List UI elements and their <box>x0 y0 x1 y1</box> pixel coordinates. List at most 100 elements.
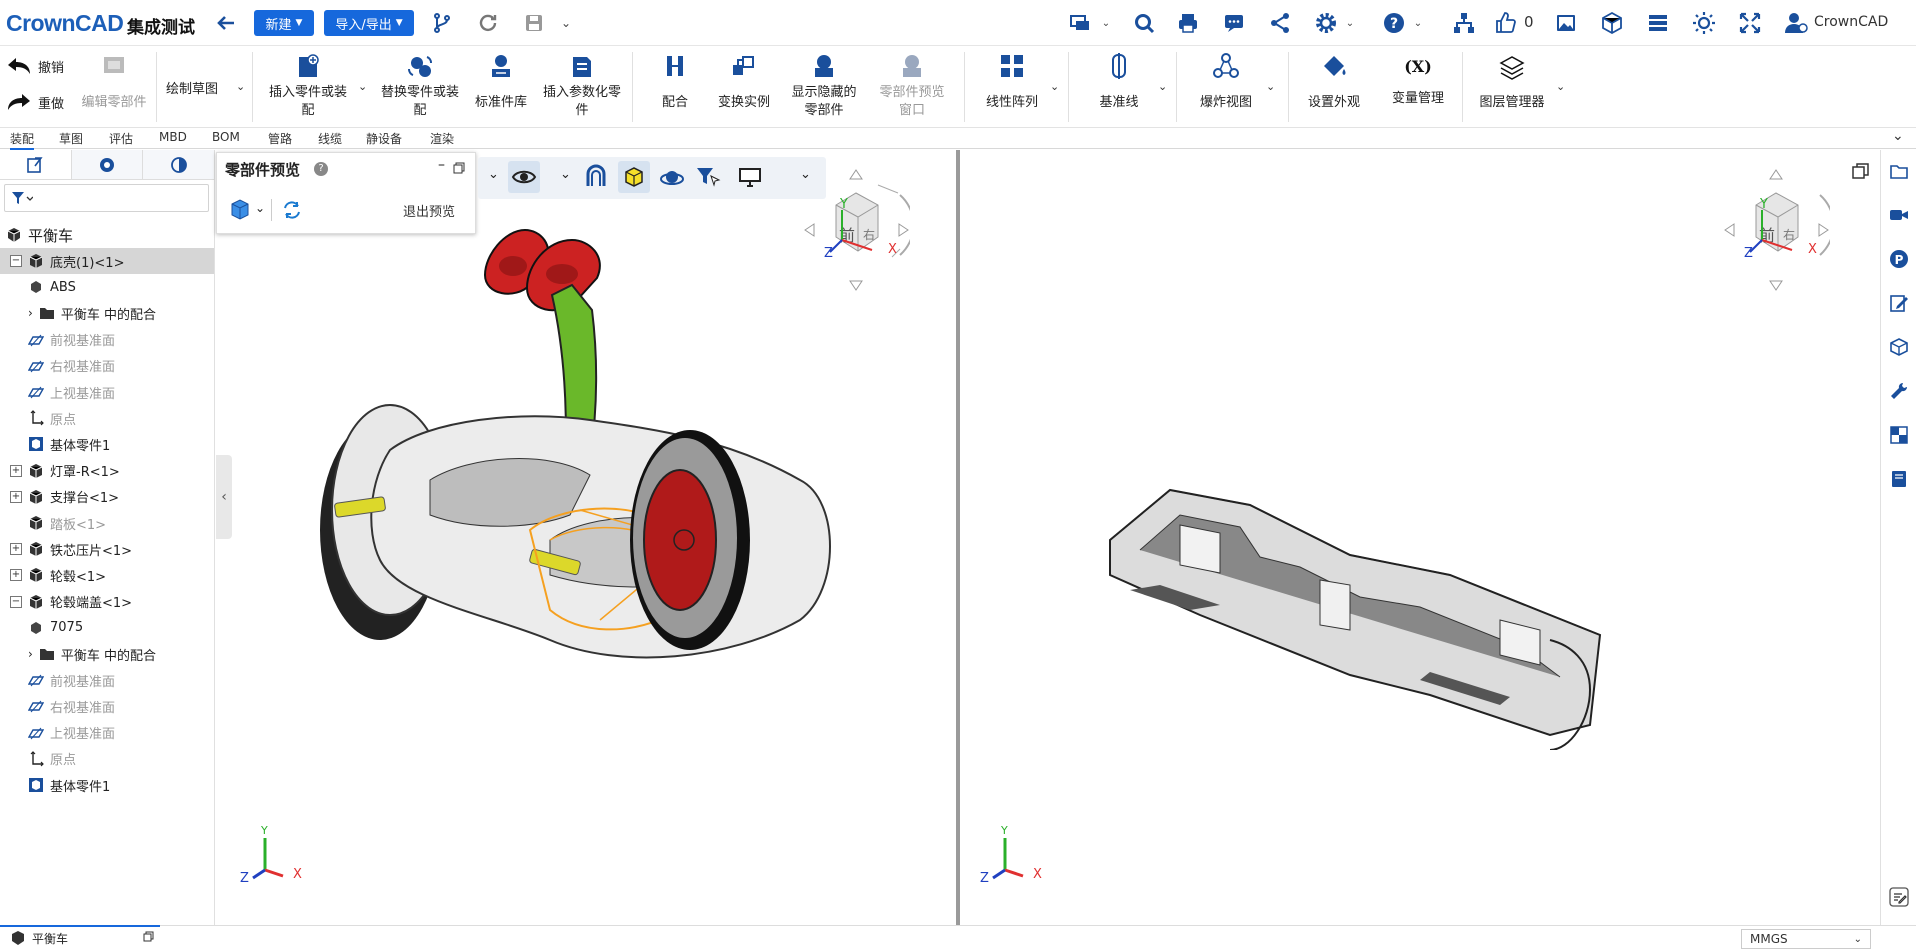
selection-filter-icon[interactable] <box>692 161 724 193</box>
settings-dropdown[interactable]: ⌄ <box>1342 9 1358 37</box>
layer-manager-button[interactable]: 图层管理器 <box>1470 50 1554 112</box>
sketch-button[interactable]: 绘制草图 <box>166 78 218 97</box>
chevron-right-icon[interactable]: › <box>28 306 33 320</box>
explode-view-dropdown[interactable]: ⌄ <box>1266 80 1275 93</box>
tree-item[interactable]: 基体零件1 <box>0 431 214 457</box>
appearance-tab[interactable] <box>143 150 216 179</box>
preview-display-style-icon[interactable] <box>229 197 253 225</box>
collapse-minus-icon[interactable]: − <box>10 595 22 608</box>
user-name[interactable]: CrownCAD <box>1814 14 1888 30</box>
datum-line-button[interactable]: 基准线 <box>1084 50 1154 112</box>
tree-item[interactable]: 基体零件1 <box>0 772 214 798</box>
save-dropdown-icon[interactable]: ⌄ <box>552 9 580 37</box>
tree-item[interactable]: 上视基准面 <box>0 720 214 746</box>
visibility-eye-icon[interactable] <box>508 161 540 193</box>
expand-plus-icon[interactable]: + <box>10 490 22 503</box>
tab-static-equipment[interactable]: 静设备 <box>366 130 402 147</box>
units-select[interactable]: MMGS ⌄ <box>1741 929 1871 949</box>
standard-lib-button[interactable]: 标准件库 <box>470 50 532 112</box>
view-dropdown[interactable]: ⌄ <box>488 167 499 182</box>
display-mode-icon[interactable] <box>1060 9 1100 37</box>
tree-item[interactable]: 上视基准面 <box>0 379 214 405</box>
tab-bom[interactable]: BOM <box>212 130 240 144</box>
help-icon[interactable]: ? <box>1380 9 1408 37</box>
linear-pattern-dropdown[interactable]: ⌄ <box>1050 80 1059 93</box>
tree-item[interactable]: − 轮毂端盖<1> <box>0 589 214 615</box>
tree-item[interactable]: 前视基准面 <box>0 327 214 353</box>
tree-item[interactable]: + 支撑台<1> <box>0 484 214 510</box>
explode-view-button[interactable]: 爆炸视图 <box>1190 50 1262 112</box>
tree-item[interactable]: + 铁芯压片<1> <box>0 536 214 562</box>
tab-cables[interactable]: 线缆 <box>318 130 342 147</box>
tree-item[interactable]: 前视基准面 <box>0 667 214 693</box>
visibility-dropdown[interactable]: ⌄ <box>560 167 571 182</box>
book-icon[interactable] <box>1888 468 1910 490</box>
chevron-right-icon[interactable]: › <box>28 647 33 661</box>
tree-item[interactable]: 右视基准面 <box>0 693 214 719</box>
save-icon[interactable] <box>520 9 548 37</box>
assembly-doc-tab[interactable]: 平衡车 <box>0 925 160 949</box>
hierarchy-icon[interactable] <box>1450 9 1478 37</box>
tab-assembly[interactable]: 装配 <box>10 130 35 150</box>
user-avatar-icon[interactable] <box>1782 9 1810 37</box>
rotate-view-icon[interactable] <box>656 161 688 193</box>
insert-part-button[interactable]: 插入零件或装配 <box>268 50 348 120</box>
part-preview-window-button[interactable]: 零部件预览窗口 <box>874 50 950 120</box>
variable-manager-button[interactable]: (X) 变量管理 <box>1384 50 1452 108</box>
viewport-splitter[interactable] <box>956 150 960 925</box>
tab-evaluate[interactable]: 评估 <box>109 130 133 147</box>
expand-plus-icon[interactable]: + <box>10 543 22 556</box>
comment-icon[interactable] <box>1220 9 1248 37</box>
3d-box-icon[interactable] <box>1888 336 1910 358</box>
notes-edit-icon[interactable] <box>1888 886 1910 908</box>
view-cube-right[interactable]: 前 右 Y X Z <box>1720 165 1830 295</box>
tree-item[interactable]: › 平衡车 中的配合 <box>0 300 214 326</box>
mate-button[interactable]: 配合 <box>650 50 700 112</box>
transform-instance-button[interactable]: 变换实例 <box>712 50 776 112</box>
replace-part-button[interactable]: 替换零件或装配 <box>378 50 462 120</box>
assembly-model-view[interactable] <box>300 210 920 790</box>
insert-part-dropdown[interactable]: ⌄ <box>358 80 367 93</box>
checker-grid-icon[interactable] <box>1888 424 1910 446</box>
help-icon[interactable]: ? <box>314 162 328 176</box>
display-monitor-icon[interactable] <box>734 161 766 193</box>
minimize-icon[interactable]: – <box>438 157 445 173</box>
tree-item[interactable]: 原点 <box>0 405 214 431</box>
part-preview-model-view[interactable] <box>1100 460 1620 750</box>
tree-filter-input[interactable] <box>4 184 209 212</box>
parameter-p-icon[interactable]: P <box>1888 248 1910 270</box>
restore-viewport-icon[interactable] <box>1852 162 1870 184</box>
feature-tree-tab[interactable] <box>0 150 72 179</box>
set-appearance-button[interactable]: 设置外观 <box>1302 50 1366 112</box>
tab-mbd[interactable]: MBD <box>159 130 187 144</box>
undo-button[interactable]: 撤销 <box>6 56 64 76</box>
section-view-icon[interactable] <box>580 161 612 193</box>
expand-plus-icon[interactable]: + <box>10 569 22 582</box>
branch-icon[interactable] <box>428 9 456 37</box>
view-cube-left[interactable]: 前 右 Y X Z <box>800 165 910 295</box>
tree-item[interactable]: 原点 <box>0 746 214 772</box>
like-thumb-icon[interactable] <box>1492 9 1520 37</box>
edit-note-icon[interactable] <box>1888 292 1910 314</box>
help-dropdown[interactable]: ⌄ <box>1410 9 1426 37</box>
brightness-icon[interactable] <box>1690 9 1718 37</box>
settings-gear-icon[interactable] <box>1312 9 1340 37</box>
display-style-dropdown[interactable]: ⌄ <box>255 201 265 215</box>
tree-item[interactable]: 7075 <box>0 615 214 641</box>
tree-item[interactable]: + 灯罩-R<1> <box>0 458 214 484</box>
image-icon[interactable] <box>1552 9 1580 37</box>
expand-plus-icon[interactable]: + <box>10 464 22 477</box>
tree-root[interactable]: 平衡车 <box>6 222 73 248</box>
tab-sketch[interactable]: 草图 <box>59 130 83 147</box>
layer-manager-dropdown[interactable]: ⌄ <box>1556 80 1565 93</box>
tree-item[interactable]: › 平衡车 中的配合 <box>0 641 214 667</box>
refresh-icon[interactable] <box>474 9 502 37</box>
insert-param-part-button[interactable]: 插入参数化零件 <box>540 50 624 120</box>
shaded-cube-icon[interactable] <box>618 161 650 193</box>
menu-list-icon[interactable] <box>1644 9 1672 37</box>
tree-item[interactable]: + 轮毂<1> <box>0 562 214 588</box>
sidebar-collapse-handle[interactable]: ‹ <box>216 455 232 539</box>
properties-tab[interactable] <box>71 150 144 179</box>
wrench-icon[interactable] <box>1888 380 1910 402</box>
sketch-dropdown[interactable]: ⌄ <box>236 80 245 93</box>
